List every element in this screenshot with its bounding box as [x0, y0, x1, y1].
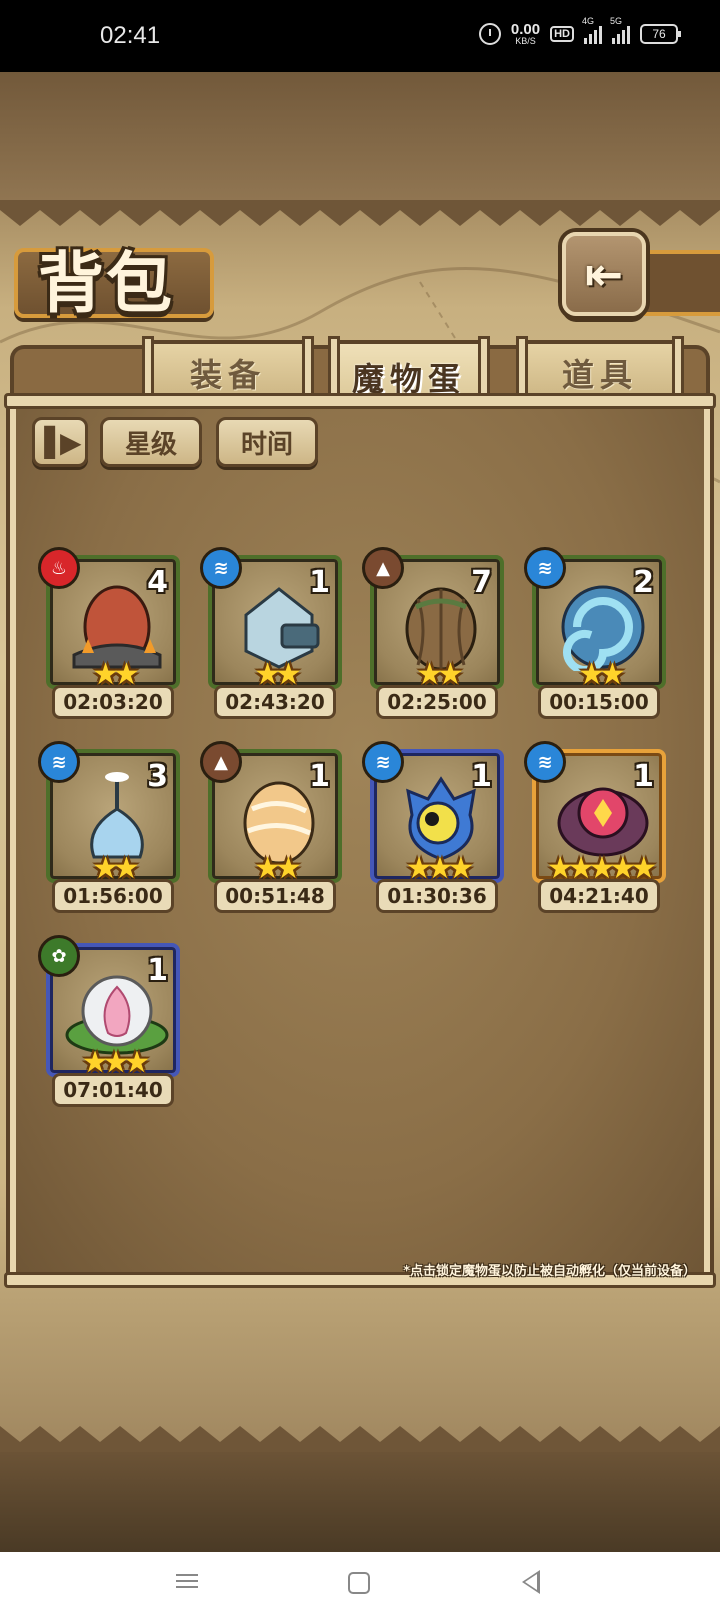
- hatch-timer: 02:03:20: [52, 685, 174, 719]
- egg-card[interactable]: 1 ★★★ ✿ 07:01:40: [38, 935, 180, 1107]
- signal-4g-label: 4G: [582, 16, 595, 26]
- return-arrow-icon: ⇤: [584, 247, 624, 301]
- torn-edge-top: [0, 200, 720, 226]
- signal-5g-icon: 5G: [610, 16, 630, 44]
- hatch-timer: 01:56:00: [52, 879, 174, 913]
- menu-icon[interactable]: [176, 1574, 198, 1588]
- egg-count: 1: [309, 565, 330, 600]
- hatch-timer: 07:01:40: [52, 1073, 174, 1107]
- hatch-timer: 00:51:48: [214, 879, 336, 913]
- grass-element-icon: ✿: [38, 935, 80, 977]
- egg-count: 1: [633, 759, 654, 794]
- back-icon[interactable]: [522, 1570, 540, 1594]
- egg-card[interactable]: 1 ★★ ≋ 02:43:20: [200, 547, 342, 719]
- network-speed-unit: KB/S: [515, 36, 536, 46]
- battery-icon: 76: [640, 24, 681, 44]
- sort-by-star-button[interactable]: 星级: [100, 417, 202, 467]
- water-element-icon: ≋: [362, 741, 404, 783]
- egg-card[interactable]: 1 ★★★★★ ≋ 04:21:40: [524, 741, 666, 913]
- egg-card[interactable]: 1 ★★★ ≋ 01:30:36: [362, 741, 504, 913]
- egg-count: 3: [147, 759, 168, 794]
- status-time: 02:41: [100, 22, 161, 49]
- map-background-bottom: [0, 1442, 720, 1552]
- egg-count: 2: [633, 565, 654, 600]
- egg-count: 1: [147, 953, 168, 988]
- fire-element-icon: ♨: [38, 547, 80, 589]
- sort-by-time-button[interactable]: 时间: [216, 417, 318, 467]
- auto-hatch-note: *点击锁定魔物蛋以防止被自动孵化（仅当前设备）: [403, 1264, 696, 1279]
- signal-4g-icon: 4G: [582, 16, 602, 44]
- water-element-icon: ≋: [200, 547, 242, 589]
- hatch-timer: 02:43:20: [214, 685, 336, 719]
- lock-toggle-button[interactable]: ▌▶: [32, 417, 88, 467]
- earth-element-icon: ▲: [362, 547, 404, 589]
- egg-count: 1: [471, 759, 492, 794]
- torn-edge-bottom: [0, 1426, 720, 1452]
- hd-icon: HD: [550, 26, 574, 42]
- sort-by-star-label: 星级: [124, 429, 177, 460]
- sort-by-time-label: 时间: [240, 429, 293, 460]
- panel-rim-top: [4, 393, 716, 409]
- water-element-icon: ≋: [524, 741, 566, 783]
- return-button[interactable]: ⇤: [562, 232, 646, 316]
- water-element-icon: ≋: [524, 547, 566, 589]
- egg-card[interactable]: 3 ★★ ≋ 01:56:00: [38, 741, 180, 913]
- egg-card[interactable]: 4 ★★ ♨ 02:03:20: [38, 547, 180, 719]
- status-bar: 02:41 0.00 KB/S HD 4G 5G 76: [0, 0, 720, 72]
- egg-card[interactable]: 1 ★★ ▲ 00:51:48: [200, 741, 342, 913]
- egg-count: 4: [147, 565, 168, 600]
- page-title: 背包: [38, 244, 174, 322]
- hatch-timer: 04:21:40: [538, 879, 660, 913]
- status-icons: 0.00 KB/S HD 4G 5G 76: [478, 16, 681, 46]
- tab-equipment-label: 装备: [189, 356, 266, 394]
- egg-count: 7: [471, 565, 492, 600]
- hatch-timer: 01:30:36: [376, 879, 498, 913]
- earth-element-icon: ▲: [200, 741, 242, 783]
- pause-lock-icon: ▌▶: [44, 425, 81, 459]
- hatch-timer: 02:25:00: [376, 685, 498, 719]
- map-background-top: [0, 72, 720, 202]
- water-element-icon: ≋: [38, 741, 80, 783]
- egg-card[interactable]: 7 ★★ ▲ 02:25:00: [362, 547, 504, 719]
- network-speed: 0.00 KB/S: [511, 22, 540, 46]
- egg-card[interactable]: 2 ★★ ≋ 00:15:00: [524, 547, 666, 719]
- egg-count: 1: [309, 759, 330, 794]
- alarm-icon: [478, 23, 501, 45]
- navigation-bar: [0, 1552, 720, 1600]
- tab-items-label: 道具: [561, 356, 638, 394]
- hatch-timer: 00:15:00: [538, 685, 660, 719]
- network-speed-value: 0.00: [510, 21, 541, 38]
- signal-5g-label: 5G: [610, 16, 623, 26]
- home-icon[interactable]: [348, 1572, 370, 1594]
